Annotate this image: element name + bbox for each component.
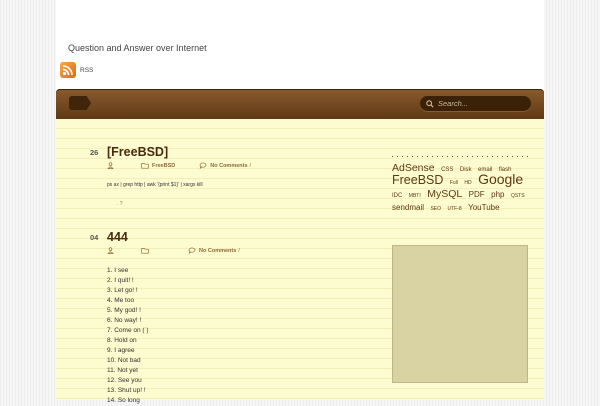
search-icon [426,99,434,108]
rss-link[interactable]: RSS [60,62,93,78]
tag-link[interactable]: PDF [469,190,485,199]
tag-link[interactable]: YouTube [468,203,499,212]
post-meta: FreeBSD No Comments / [107,162,251,169]
list-item: 14. So long [107,397,140,404]
list-item: 4. Me too [107,297,135,304]
list-item: 10. Not bad [107,357,141,364]
folder-icon [141,248,149,254]
list-item: 9. I agree [107,347,135,354]
tag-cloud: AdSense CSS Disk email flash FreeBSD Ful… [392,162,530,214]
tag-link[interactable]: UTF-8 [447,206,461,212]
list-item: 6. No way! ! [107,317,142,324]
tag-link[interactable]: Disk [460,167,472,173]
post-date: 26 [90,148,99,157]
comment-icon [188,247,196,254]
post-date: 04 [90,233,99,242]
tag-link[interactable]: Full [450,180,458,186]
list-item: 11. Not yet [107,367,138,374]
post-comments[interactable]: No Comments [210,163,247,169]
post-title[interactable]: 444 [107,230,128,244]
tag-link[interactable]: SEO [430,206,441,212]
search-box[interactable] [420,96,531,111]
rss-icon [60,62,76,78]
meta-separator: / [249,162,252,169]
list-item: 13. Shut up! ! [107,387,146,394]
tag-link[interactable]: QSTS [511,193,525,199]
phrase-list: 1. I see 2. I quit! ! 3. Let go! ! 4. Me… [107,266,149,406]
sidebar-divider [392,156,528,157]
meta-separator: / [238,247,240,254]
post-category[interactable]: FreeBSD [152,163,175,169]
list-item: 5. My god! ! [107,307,141,314]
tag-link[interactable]: Google [478,171,523,187]
list-item: 3. Let go! ! [107,287,138,294]
site-tagline: Question and Answer over Internet [68,43,207,53]
tag-link[interactable]: MBTI [409,193,421,199]
post-body: ps ax | grep http | awk '{print $1}' | x… [107,182,203,188]
list-item: 1. I see [107,267,129,274]
post-meta: No Comments / [107,247,240,254]
folder-icon [141,163,149,169]
post-comments[interactable]: No Comments [199,248,236,254]
author-icon [107,162,114,169]
list-item: 7. Come on ( ) [107,327,149,334]
tag-link[interactable]: HD [464,180,471,186]
tag-link[interactable]: MySQL [427,188,462,200]
home-tab[interactable] [69,96,91,110]
search-input[interactable] [434,99,528,108]
rss-label: RSS [80,66,94,74]
tag-link[interactable]: IDC [392,193,402,199]
list-item: 2. I quit! ! [107,277,134,284]
list-item: 8. Hold on [107,337,137,344]
tag-link[interactable]: php [491,190,504,199]
comment-icon [199,162,207,169]
list-item: 12. See you [107,377,142,384]
author-icon [107,247,114,254]
tag-link[interactable]: FreeBSD [392,173,443,187]
sidebar-widget-box [392,245,528,383]
post-title[interactable]: [FreeBSD] [107,145,168,159]
tag-link[interactable]: sendmail [392,203,424,212]
post-extra: . ? [117,201,123,207]
